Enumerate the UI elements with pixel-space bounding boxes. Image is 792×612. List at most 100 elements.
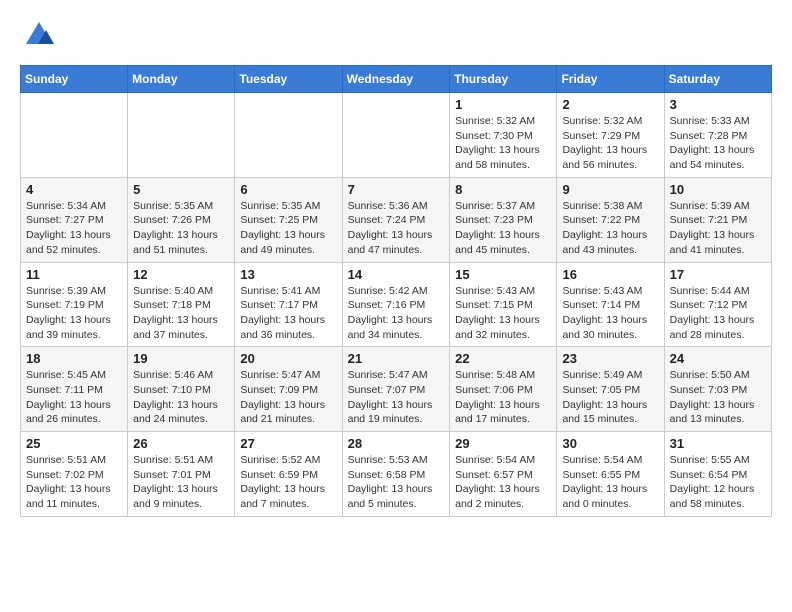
day-number: 12 [133, 267, 229, 282]
calendar-body: 1Sunrise: 5:32 AMSunset: 7:30 PMDaylight… [21, 93, 772, 517]
day-number: 23 [562, 351, 658, 366]
day-info: Sunrise: 5:45 AMSunset: 7:11 PMDaylight:… [26, 368, 122, 427]
day-info: Sunrise: 5:47 AMSunset: 7:09 PMDaylight:… [240, 368, 336, 427]
calendar-cell [21, 93, 128, 178]
calendar-cell [342, 93, 450, 178]
day-info: Sunrise: 5:40 AMSunset: 7:18 PMDaylight:… [133, 284, 229, 343]
day-number: 6 [240, 182, 336, 197]
day-number: 15 [455, 267, 551, 282]
weekday-header-friday: Friday [557, 66, 664, 93]
calendar-table: SundayMondayTuesdayWednesdayThursdayFrid… [20, 65, 772, 517]
calendar-header: SundayMondayTuesdayWednesdayThursdayFrid… [21, 66, 772, 93]
day-info: Sunrise: 5:37 AMSunset: 7:23 PMDaylight:… [455, 199, 551, 258]
calendar-cell: 15Sunrise: 5:43 AMSunset: 7:15 PMDayligh… [450, 262, 557, 347]
day-info: Sunrise: 5:34 AMSunset: 7:27 PMDaylight:… [26, 199, 122, 258]
calendar-cell [128, 93, 235, 178]
page-header [20, 20, 772, 55]
day-info: Sunrise: 5:51 AMSunset: 7:01 PMDaylight:… [133, 453, 229, 512]
weekday-header-tuesday: Tuesday [235, 66, 342, 93]
weekday-header-thursday: Thursday [450, 66, 557, 93]
calendar-cell: 11 Sunrise: 5:39 AMSunset: 7:19 PMDayligh… [21, 262, 128, 347]
day-info: Sunrise: 5:42 AMSunset: 7:16 PMDaylight:… [348, 284, 445, 343]
day-number: 4 [26, 182, 122, 197]
day-number: 20 [240, 351, 336, 366]
day-info: Sunrise: 5:39 AMSunset: 7:19 PMDaylight:… [26, 284, 122, 343]
day-number: 31 [670, 436, 766, 451]
day-info: Sunrise: 5:46 AMSunset: 7:10 PMDaylight:… [133, 368, 229, 427]
day-info: Sunrise: 5:47 AMSunset: 7:07 PMDaylight:… [348, 368, 445, 427]
calendar-cell: 12 Sunrise: 5:40 AMSunset: 7:18 PMDayligh… [128, 262, 235, 347]
calendar-week-2: 4 Sunrise: 5:34 AMSunset: 7:27 PMDaylight… [21, 177, 772, 262]
calendar-cell: 30Sunrise: 5:54 AMSunset: 6:55 PMDayligh… [557, 432, 664, 517]
day-number: 26 [133, 436, 229, 451]
logo-icon [24, 20, 54, 50]
calendar-cell: 7Sunrise: 5:36 AMSunset: 7:24 PMDaylight… [342, 177, 450, 262]
calendar-cell: 6 Sunrise: 5:35 AMSunset: 7:25 PMDaylight… [235, 177, 342, 262]
day-info: Sunrise: 5:48 AMSunset: 7:06 PMDaylight:… [455, 368, 551, 427]
day-number: 22 [455, 351, 551, 366]
day-info: Sunrise: 5:44 AMSunset: 7:12 PMDaylight:… [670, 284, 766, 343]
header-row: SundayMondayTuesdayWednesdayThursdayFrid… [21, 66, 772, 93]
calendar-cell: 8 Sunrise: 5:37 AMSunset: 7:23 PMDaylight… [450, 177, 557, 262]
calendar-cell: 24 Sunrise: 5:50 AMSunset: 7:03 PMDayligh… [664, 347, 771, 432]
calendar-cell: 17 Sunrise: 5:44 AMSunset: 7:12 PMDayligh… [664, 262, 771, 347]
day-number: 25 [26, 436, 122, 451]
day-info: Sunrise: 5:52 AMSunset: 6:59 PMDaylight:… [240, 453, 336, 512]
day-number: 30 [562, 436, 658, 451]
day-number: 28 [348, 436, 445, 451]
day-info: Sunrise: 5:51 AMSunset: 7:02 PMDaylight:… [26, 453, 122, 512]
calendar-cell [235, 93, 342, 178]
day-number: 29 [455, 436, 551, 451]
calendar-week-3: 11 Sunrise: 5:39 AMSunset: 7:19 PMDayligh… [21, 262, 772, 347]
calendar-cell: 23 Sunrise: 5:49 AMSunset: 7:05 PMDayligh… [557, 347, 664, 432]
day-info: Sunrise: 5:41 AMSunset: 7:17 PMDaylight:… [240, 284, 336, 343]
day-info: Sunrise: 5:53 AMSunset: 6:58 PMDaylight:… [348, 453, 445, 512]
calendar-cell: 28 Sunrise: 5:53 AMSunset: 6:58 PMDayligh… [342, 432, 450, 517]
day-number: 17 [670, 267, 766, 282]
day-number: 5 [133, 182, 229, 197]
weekday-header-saturday: Saturday [664, 66, 771, 93]
day-number: 10 [670, 182, 766, 197]
logo [20, 20, 54, 55]
calendar-cell: 21 Sunrise: 5:47 AMSunset: 7:07 PMDayligh… [342, 347, 450, 432]
day-number: 3 [670, 97, 766, 112]
calendar-cell: 3Sunrise: 5:33 AMSunset: 7:28 PMDaylight… [664, 93, 771, 178]
day-number: 9 [562, 182, 658, 197]
weekday-header-wednesday: Wednesday [342, 66, 450, 93]
day-info: Sunrise: 5:38 AMSunset: 7:22 PMDaylight:… [562, 199, 658, 258]
calendar-cell: 14Sunrise: 5:42 AMSunset: 7:16 PMDayligh… [342, 262, 450, 347]
day-info: Sunrise: 5:32 AMSunset: 7:30 PMDaylight:… [455, 114, 551, 173]
calendar-cell: 2 Sunrise: 5:32 AMSunset: 7:29 PMDaylight… [557, 93, 664, 178]
day-info: Sunrise: 5:35 AMSunset: 7:26 PMDaylight:… [133, 199, 229, 258]
calendar-cell: 5 Sunrise: 5:35 AMSunset: 7:26 PMDaylight… [128, 177, 235, 262]
day-info: Sunrise: 5:35 AMSunset: 7:25 PMDaylight:… [240, 199, 336, 258]
day-number: 19 [133, 351, 229, 366]
day-number: 2 [562, 97, 658, 112]
day-info: Sunrise: 5:39 AMSunset: 7:21 PMDaylight:… [670, 199, 766, 258]
day-number: 7 [348, 182, 445, 197]
day-number: 27 [240, 436, 336, 451]
calendar-cell: 18Sunrise: 5:45 AMSunset: 7:11 PMDayligh… [21, 347, 128, 432]
calendar-cell: 9 Sunrise: 5:38 AMSunset: 7:22 PMDaylight… [557, 177, 664, 262]
calendar-cell: 25 Sunrise: 5:51 AMSunset: 7:02 PMDayligh… [21, 432, 128, 517]
calendar-cell: 10 Sunrise: 5:39 AMSunset: 7:21 PMDayligh… [664, 177, 771, 262]
calendar-cell: 31 Sunrise: 5:55 AMSunset: 6:54 PMDayligh… [664, 432, 771, 517]
calendar-cell: 16Sunrise: 5:43 AMSunset: 7:14 PMDayligh… [557, 262, 664, 347]
day-info: Sunrise: 5:32 AMSunset: 7:29 PMDaylight:… [562, 114, 658, 173]
calendar-week-1: 1Sunrise: 5:32 AMSunset: 7:30 PMDaylight… [21, 93, 772, 178]
day-number: 16 [562, 267, 658, 282]
day-number: 11 [26, 267, 122, 282]
day-number: 21 [348, 351, 445, 366]
day-number: 8 [455, 182, 551, 197]
weekday-header-sunday: Sunday [21, 66, 128, 93]
day-number: 24 [670, 351, 766, 366]
calendar-cell: 4 Sunrise: 5:34 AMSunset: 7:27 PMDaylight… [21, 177, 128, 262]
calendar-week-4: 18Sunrise: 5:45 AMSunset: 7:11 PMDayligh… [21, 347, 772, 432]
day-info: Sunrise: 5:54 AMSunset: 6:57 PMDaylight:… [455, 453, 551, 512]
day-info: Sunrise: 5:55 AMSunset: 6:54 PMDaylight:… [670, 453, 766, 512]
calendar-cell: 22 Sunrise: 5:48 AMSunset: 7:06 PMDayligh… [450, 347, 557, 432]
day-number: 13 [240, 267, 336, 282]
calendar-week-5: 25 Sunrise: 5:51 AMSunset: 7:02 PMDayligh… [21, 432, 772, 517]
day-info: Sunrise: 5:50 AMSunset: 7:03 PMDaylight:… [670, 368, 766, 427]
day-info: Sunrise: 5:49 AMSunset: 7:05 PMDaylight:… [562, 368, 658, 427]
